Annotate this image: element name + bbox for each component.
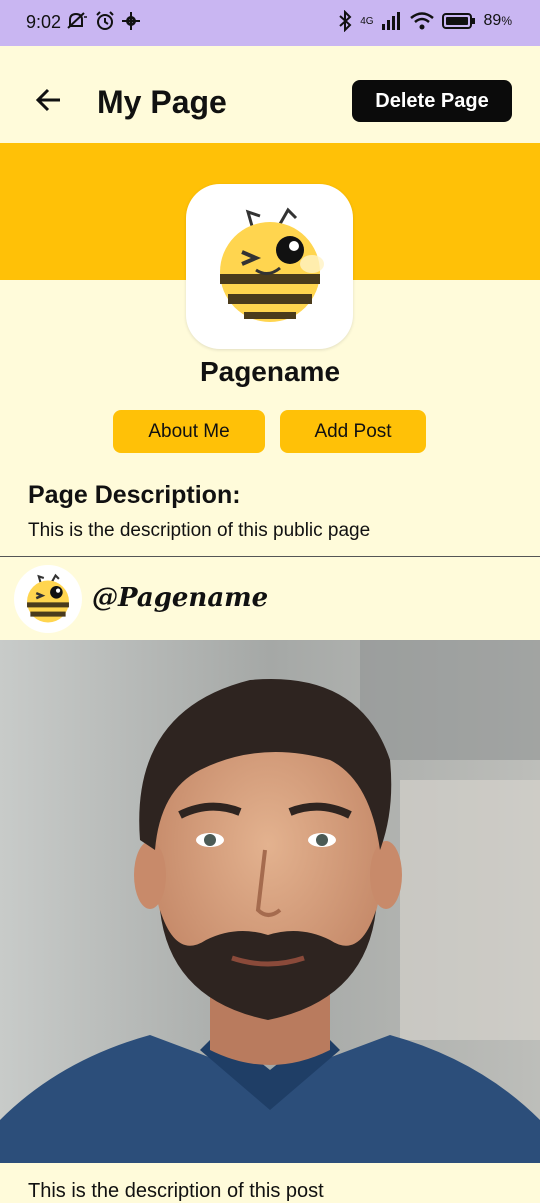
app-bar: My Page Delete Page bbox=[0, 46, 540, 144]
bee-logo-icon bbox=[27, 573, 69, 623]
about-me-button[interactable]: About Me bbox=[113, 410, 265, 453]
description-heading: Page Description: bbox=[28, 481, 241, 509]
notification-muted-icon bbox=[66, 11, 88, 31]
page-title: My Page bbox=[97, 84, 227, 120]
bee-logo-icon bbox=[220, 207, 324, 322]
wifi-icon bbox=[409, 12, 434, 30]
alarm-icon bbox=[94, 10, 116, 32]
post-handle[interactable]: @Pagename bbox=[92, 583, 268, 613]
profile-avatar[interactable] bbox=[186, 184, 353, 349]
description-text: This is the description of this public p… bbox=[28, 520, 371, 541]
post-image[interactable] bbox=[0, 640, 540, 1163]
back-button[interactable] bbox=[30, 82, 66, 118]
back-arrow-icon bbox=[35, 88, 60, 112]
profile-name: Pagename bbox=[199, 356, 341, 387]
gear-icon bbox=[122, 12, 140, 30]
signal-icon bbox=[381, 12, 402, 30]
status-left-icons bbox=[66, 10, 140, 32]
status-right: 4G 89% bbox=[338, 10, 512, 32]
bluetooth-icon bbox=[338, 10, 352, 32]
battery-icon bbox=[441, 12, 476, 30]
status-time: 9:02 bbox=[26, 12, 62, 32]
battery-level: 89% bbox=[483, 12, 512, 29]
status-bar: 9:02 4G 89% bbox=[0, 0, 540, 46]
network-type: 4G bbox=[360, 15, 374, 27]
add-post-button[interactable]: Add Post bbox=[280, 410, 426, 453]
delete-page-button[interactable]: Delete Page bbox=[352, 80, 512, 122]
post-header: @Pagename bbox=[0, 557, 540, 640]
post-author-avatar[interactable] bbox=[14, 565, 82, 633]
